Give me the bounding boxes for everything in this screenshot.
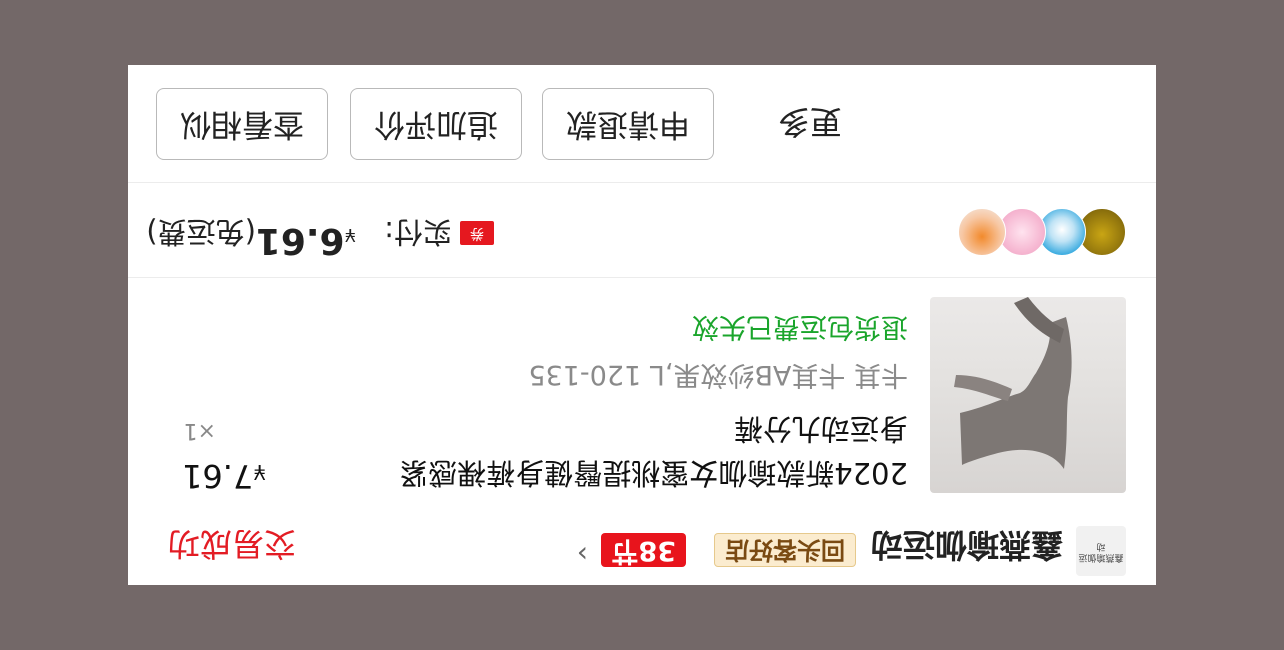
chevron-right-icon[interactable]: › [577,538,588,571]
paid-label: 实付: [384,215,452,249]
shipping-note: (免运费) [146,215,256,249]
paid-amount: ¥6.61 [256,220,356,261]
product-price: ¥7.61 [182,457,266,495]
order-card: 鑫燕瑜伽运动 鑫燕瑜伽运动 回头客好店 38节 › 交易成功 2024新款瑜伽女… [128,65,1156,585]
shop-logo-text: 鑫燕瑜伽运动 [1078,541,1124,562]
product-item[interactable]: 2024新款瑜伽女蜜桃提臀健身裤裸感紧身运动九分裤 ¥7.61 ×1 卡其 卡其… [128,295,1156,495]
avatar [958,208,1006,256]
price-currency: ¥ [253,460,266,484]
shop-header[interactable]: 鑫燕瑜伽运动 鑫燕瑜伽运动 回头客好店 38节 › 交易成功 [128,515,1156,585]
product-image[interactable] [930,297,1126,493]
order-status: 交易成功 [167,525,296,563]
shop-logo: 鑫燕瑜伽运动 [1076,526,1126,576]
paid-value: 6.61 [255,220,345,261]
return-shipping-notice: 退货包运费已失效 [692,311,908,342]
product-title[interactable]: 2024新款瑜伽女蜜桃提臀健身裤裸感紧身运动九分裤 [388,407,908,495]
payment-summary: 券 实付: ¥6.61 (免运费) [128,183,1156,277]
coupon-tag: 券 [460,221,494,245]
product-quantity: ×1 [183,418,216,443]
order-actions: 更多 申请退款 追加评价 查看相似 [128,65,1156,183]
return-customer-badge: 回头客好店 [714,533,856,567]
add-review-button[interactable]: 追加评价 [350,88,522,160]
more-button[interactable]: 更多 [778,101,842,147]
shop-name[interactable]: 鑫燕瑜伽运动 [871,524,1063,570]
refund-button[interactable]: 申请退款 [542,88,714,160]
paid-currency: ¥ [344,224,356,245]
divider [128,277,1156,278]
product-spec: 卡其 卡其AB纱效果,L 120-135 [528,359,908,390]
festival-badge: 38节 [601,533,686,567]
view-similar-button[interactable]: 查看相似 [156,88,328,160]
price-value: 7.61 [182,457,254,495]
leggings-illustration [954,297,1072,469]
